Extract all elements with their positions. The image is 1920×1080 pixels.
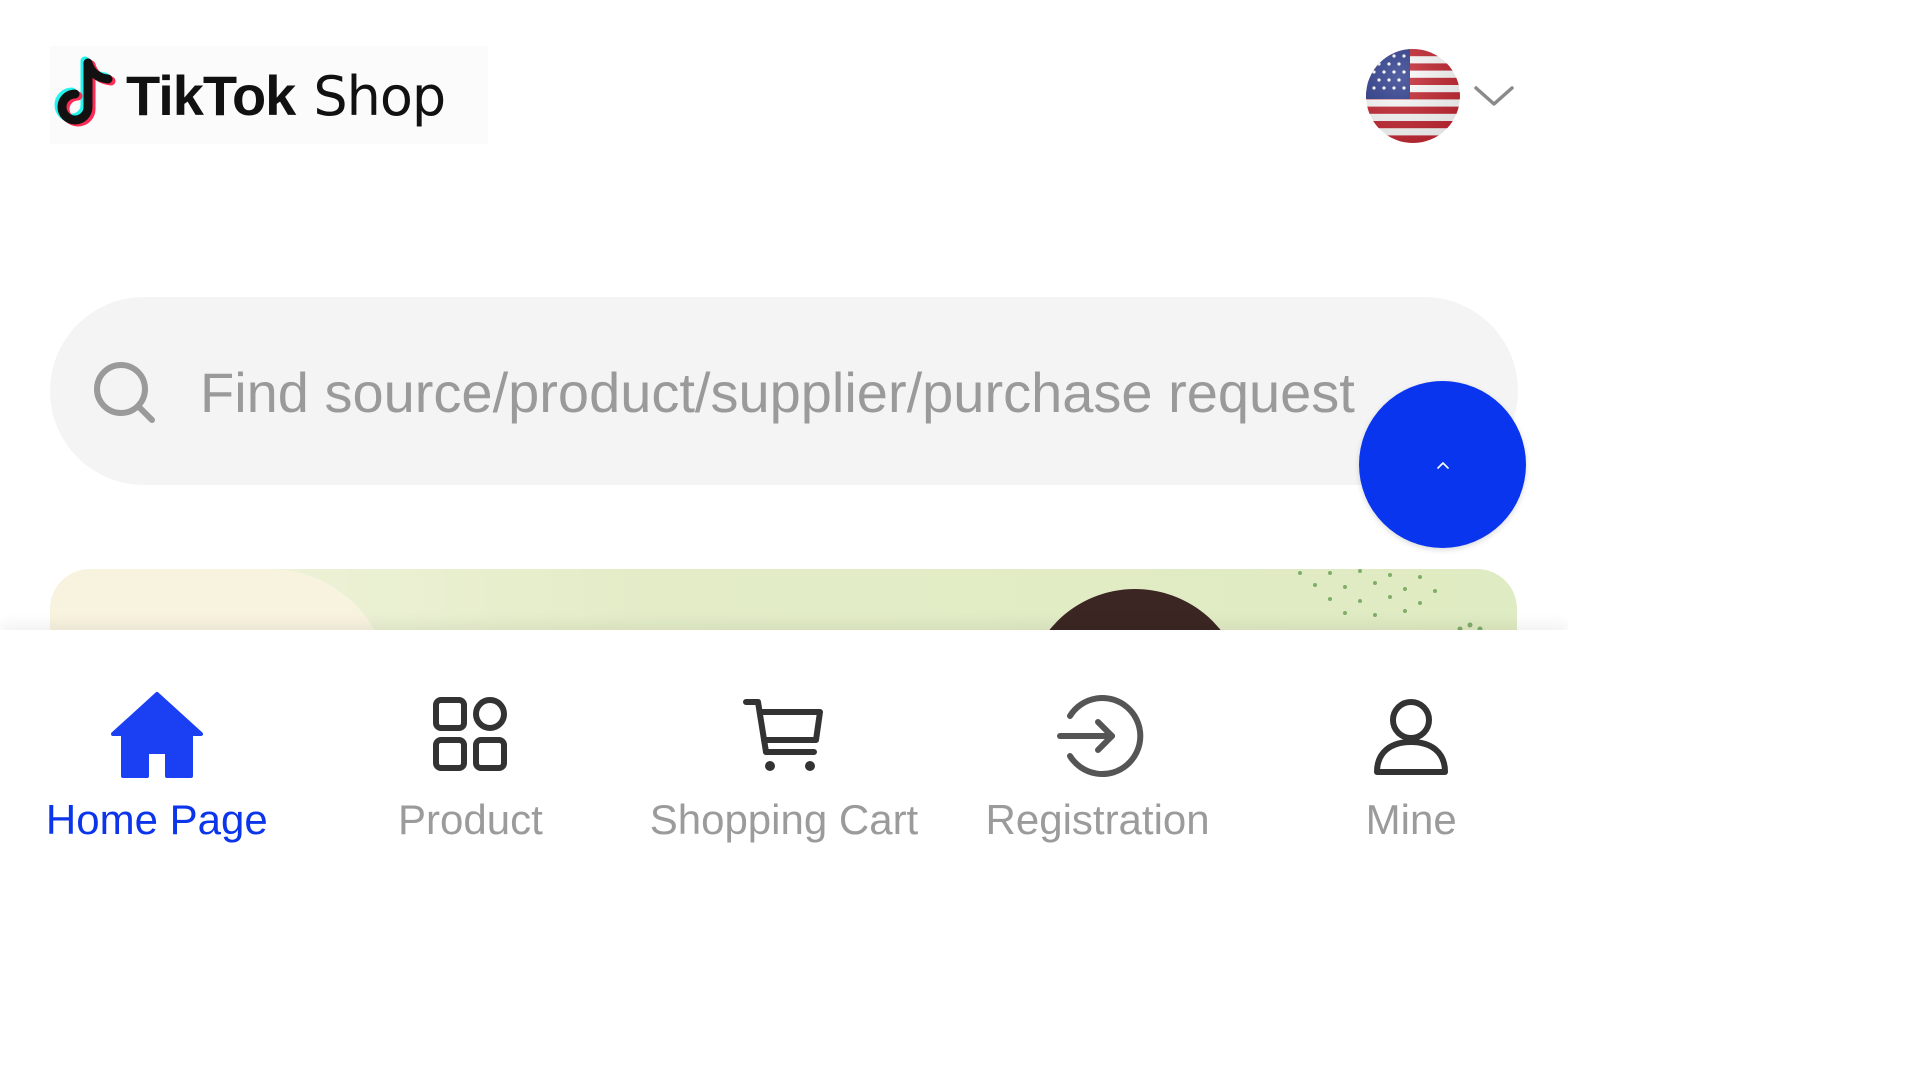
nav-item-registration[interactable]: Registration (941, 630, 1255, 882)
search-input[interactable] (200, 347, 1420, 437)
logo-suffix-text: Shop (313, 64, 446, 128)
header: TikTok Shop (0, 0, 1568, 190)
cart-icon (742, 699, 823, 771)
user-icon (1374, 699, 1449, 775)
nav-label-registration: Registration (985, 796, 1210, 843)
home-icon (110, 692, 203, 778)
logo-brand-text: TikTok (126, 63, 296, 127)
banner-dots-decoration (1298, 569, 1483, 632)
nav-label-shopping-cart: Shopping Cart (649, 796, 919, 843)
nav-item-home[interactable]: Home Page (0, 630, 314, 882)
nav-item-mine[interactable]: Mine (1254, 630, 1568, 882)
search-bar[interactable] (50, 297, 1518, 485)
nav-item-product[interactable]: Product (314, 630, 628, 882)
scroll-top-button[interactable] (1359, 381, 1526, 548)
nav-item-shopping-cart[interactable]: Shopping Cart (627, 630, 941, 882)
tiktok-note-icon (54, 56, 116, 127)
grid-icon (433, 697, 508, 771)
tiktok-shop-logo[interactable]: TikTok Shop (50, 46, 488, 144)
page: TikTok Shop Find source/product/supplier… (0, 0, 1568, 882)
language-selector[interactable] (1366, 48, 1526, 144)
nav-label-product: Product (398, 796, 543, 843)
login-arrow-icon (1056, 695, 1143, 777)
bottom-nav: Home Page Product Shopping Cart Registra… (0, 630, 1568, 882)
nav-label-mine: Mine (1365, 796, 1457, 843)
nav-label-home: Home Page (45, 796, 268, 843)
chevron-up-icon (1436, 461, 1449, 469)
chevron-down-icon (1474, 86, 1514, 106)
us-flag-icon (1366, 49, 1460, 143)
search-icon (94, 362, 155, 423)
